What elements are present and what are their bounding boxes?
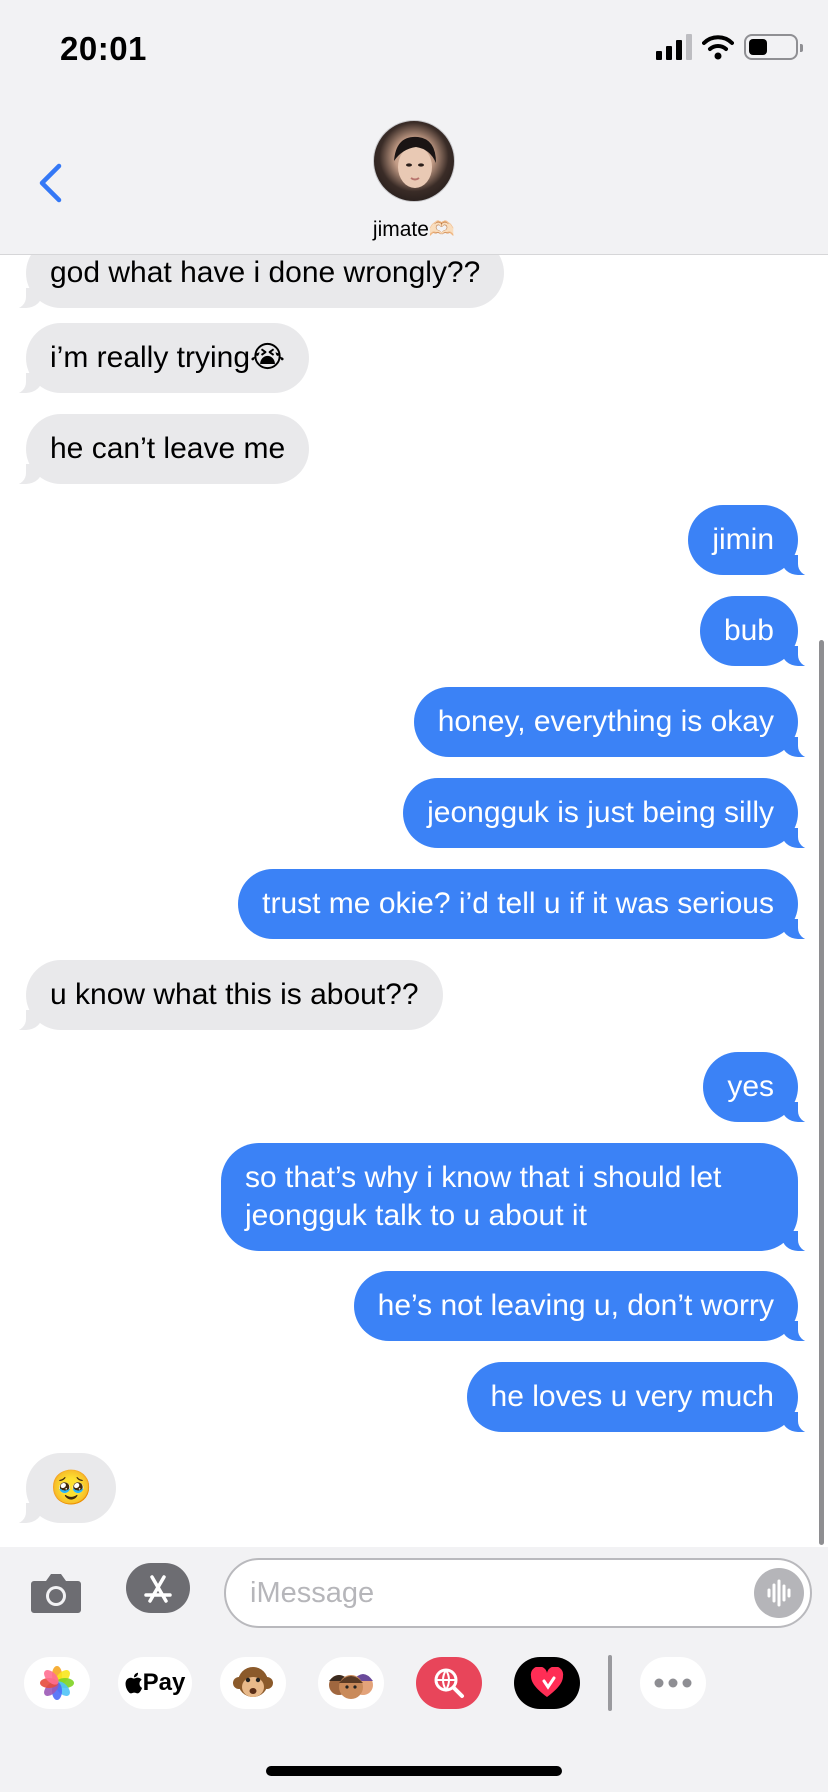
more-apps-icon[interactable] (640, 1657, 706, 1709)
message-text: i’m really trying😭 (50, 341, 286, 374)
monkey-face-icon (233, 1667, 273, 1697)
input-bar: iMessage (0, 1547, 828, 1635)
message-outgoing[interactable]: so that’s why i know that i should let j… (221, 1143, 810, 1252)
battery-level (749, 39, 767, 55)
conversation-header: 20:01 jimate🫶🏻 (0, 0, 828, 255)
camera-icon (31, 1574, 81, 1613)
contact-name[interactable]: jimate🫶🏻 (0, 218, 828, 242)
message-outgoing[interactable]: trust me okie? i’d tell u if it was seri… (238, 869, 810, 940)
globe-search-icon (434, 1668, 464, 1698)
message-incoming[interactable]: u know what this is about?? (14, 960, 443, 1031)
scroll-indicator[interactable] (819, 640, 824, 1545)
imessage-input[interactable]: iMessage (224, 1558, 812, 1628)
back-button[interactable] (30, 160, 70, 206)
app-drawer: Pay (0, 1635, 828, 1792)
message-incoming[interactable]: 🥹 (13, 1453, 117, 1524)
avatar-portrait (394, 136, 436, 188)
message-list[interactable]: god what have i done wrongly?? i’m reall… (0, 255, 828, 1547)
message-outgoing[interactable]: he loves u very much (466, 1362, 811, 1433)
message-outgoing[interactable]: bub (699, 596, 811, 667)
wifi-icon (702, 35, 734, 60)
contact-avatar[interactable] (373, 120, 455, 202)
app-store-icon (144, 1575, 172, 1603)
message-outgoing[interactable]: he’s not leaving u, don’t worry (353, 1271, 811, 1342)
battery-icon (744, 34, 803, 60)
chevron-left-icon (39, 163, 62, 203)
home-indicator[interactable] (266, 1766, 562, 1776)
digital-touch-app-icon[interactable] (514, 1657, 580, 1709)
apple-logo-icon (125, 1672, 142, 1694)
cellular-signal-icon (656, 34, 692, 60)
message-outgoing[interactable]: yes (703, 1052, 810, 1123)
message-incoming[interactable]: he can’t leave me (13, 414, 310, 485)
audio-waveform-icon (767, 1579, 791, 1607)
memoji-app-icon[interactable] (318, 1657, 384, 1709)
camera-button[interactable] (28, 1567, 84, 1617)
message-outgoing[interactable]: jeongguk is just being silly (403, 778, 810, 849)
imessage-placeholder: iMessage (250, 1576, 375, 1609)
photos-app-icon[interactable] (24, 1657, 90, 1709)
app-store-button[interactable] (126, 1563, 190, 1613)
apple-pay-label: Pay (142, 1669, 186, 1696)
photos-flower-icon (40, 1666, 74, 1700)
message-incoming[interactable]: god what have i done wrongly?? (13, 255, 505, 309)
animoji-app-icon[interactable] (220, 1657, 286, 1709)
status-time: 20:01 (60, 30, 147, 67)
image-search-app-icon[interactable] (416, 1657, 482, 1709)
audio-message-button[interactable] (754, 1568, 804, 1618)
message-incoming[interactable]: i’m really trying😭 (13, 323, 310, 394)
status-icons (656, 34, 803, 60)
memoji-faces-icon (329, 1674, 373, 1699)
drawer-divider (608, 1655, 612, 1711)
apple-pay-app-icon[interactable]: Pay (118, 1657, 192, 1709)
message-outgoing[interactable]: honey, everything is okay (413, 687, 811, 758)
ellipsis-icon (654, 1678, 692, 1688)
heart-touch-icon (530, 1667, 564, 1697)
message-outgoing[interactable]: jimin (688, 505, 810, 576)
